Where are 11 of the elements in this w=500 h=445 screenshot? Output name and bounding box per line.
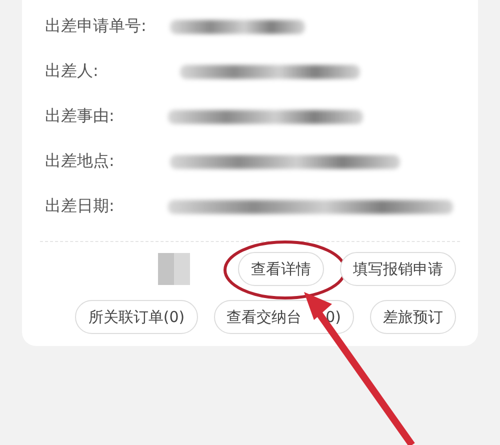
field-label: 出差申请单号: — [45, 16, 148, 37]
field-label: 出差人: — [45, 61, 100, 82]
action-button[interactable]: 查看交纳台 0) — [214, 300, 354, 334]
redacted-value — [158, 253, 190, 285]
action-button[interactable]: 填写报销申请 — [340, 252, 456, 286]
action-button[interactable]: 查看详情 — [238, 252, 324, 286]
field-label: 出差地点: — [45, 151, 116, 172]
action-button[interactable]: 所关联订单(0) — [75, 300, 198, 334]
field-label: 出差日期: — [45, 196, 116, 217]
action-button[interactable]: 差旅预订 — [370, 300, 456, 334]
field-label: 出差事由: — [45, 106, 116, 127]
